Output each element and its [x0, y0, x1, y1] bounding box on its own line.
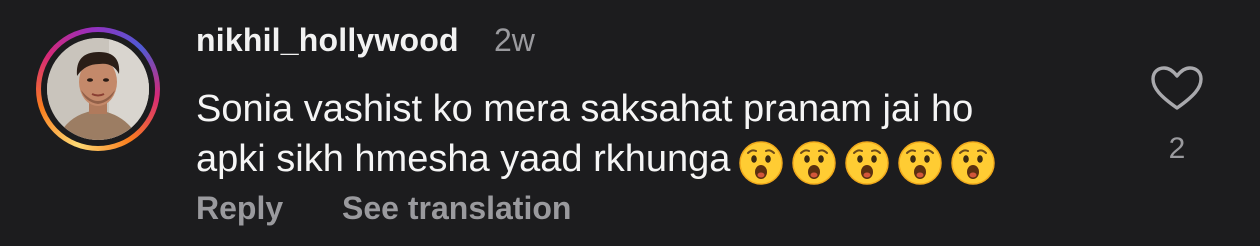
- hushed-face-emoji-icon: [845, 141, 890, 185]
- reply-button[interactable]: Reply: [196, 190, 283, 227]
- avatar-image: [47, 38, 149, 140]
- comment-text-line-1: Sonia vashist ko mera saksahat pranam ja…: [196, 88, 974, 130]
- username-link[interactable]: nikhil_hollywood: [196, 22, 459, 59]
- hushed-face-emoji-icon: [951, 141, 996, 185]
- comment-timestamp: 2w: [494, 22, 535, 58]
- hushed-face-emoji-icon: [898, 141, 943, 185]
- avatar-story-ring[interactable]: [36, 27, 160, 151]
- comment-text-line-2: apki sikh hmesha yaad rkhunga: [196, 134, 1096, 186]
- comment-text-line-2-text: apki sikh hmesha yaad rkhunga: [196, 138, 731, 180]
- hushed-face-emoji-icon: [739, 141, 784, 185]
- hushed-face-emoji-icon: [792, 141, 837, 185]
- comment-actions: Reply See translation: [196, 190, 571, 227]
- avatar-gap: [41, 32, 155, 146]
- like-count: 2: [1168, 132, 1186, 165]
- heart-icon: [1151, 66, 1203, 110]
- comment-text: Sonia vashist ko mera saksahat pranam ja…: [196, 84, 1096, 186]
- like-button[interactable]: [1150, 66, 1204, 112]
- comment-item: nikhil_hollywood 2w Sonia vashist ko mer…: [0, 0, 1260, 246]
- see-translation-button[interactable]: See translation: [342, 190, 571, 227]
- avatar[interactable]: [47, 38, 149, 140]
- emoji-row: [738, 136, 1003, 186]
